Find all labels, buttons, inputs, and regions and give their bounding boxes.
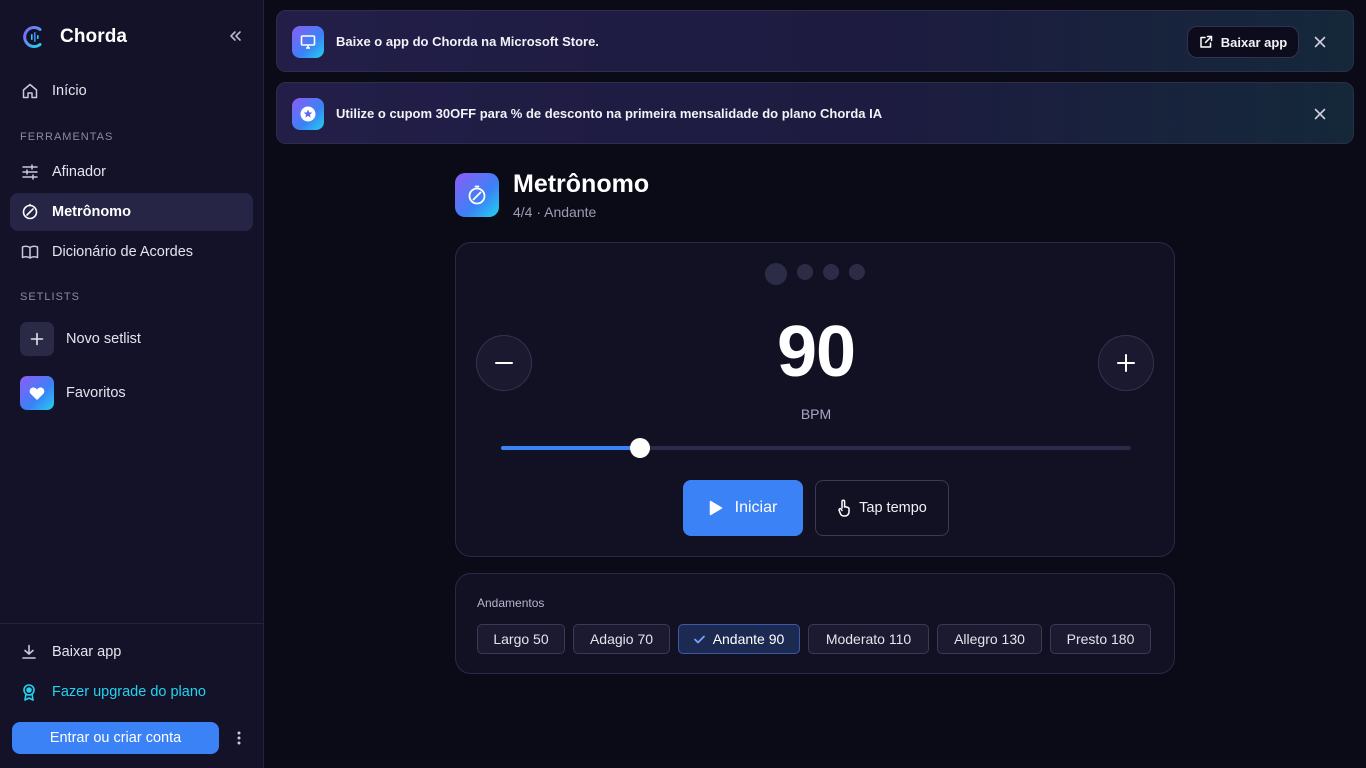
start-button-label: Iniciar (734, 499, 778, 516)
coupon-banner: Utilize o cupom 30OFF para % de desconto… (276, 82, 1354, 144)
sidebar-item-label: Afinador (52, 164, 107, 180)
beat-indicator (823, 264, 839, 280)
slider-thumb[interactable] (629, 438, 650, 458)
tempo-chip-adagio[interactable]: Adagio 70 (573, 624, 670, 654)
award-icon (20, 683, 38, 701)
download-app-label: Baixar app (52, 644, 122, 660)
tempo-chip-andante[interactable]: Andante 90 (678, 624, 800, 654)
tempo-chip-largo[interactable]: Largo 50 (477, 624, 565, 654)
tap-tempo-label: Tap tempo (859, 500, 927, 516)
new-setlist-button[interactable]: Novo setlist (20, 322, 141, 356)
sidebar: Chorda Início FERRAMENTAS Afinador Metrô… (0, 0, 264, 768)
badge-icon (292, 98, 324, 130)
brand[interactable]: Chorda (22, 24, 127, 50)
play-icon (709, 500, 722, 516)
banner-text: Baixe o app do Chorda na Microsoft Store… (336, 34, 599, 49)
upgrade-plan-label: Fazer upgrade do plano (52, 684, 206, 700)
metronome-icon (20, 202, 40, 222)
book-icon (20, 242, 40, 262)
more-options-button[interactable] (230, 728, 248, 748)
tempo-chip-moderato[interactable]: Moderato 110 (808, 624, 929, 654)
home-icon (20, 81, 40, 101)
tempos-card: Andamentos Largo 50 Adagio 70 Andante 90… (455, 573, 1175, 674)
tempos-label: Andamentos (477, 596, 545, 610)
sidebar-item-label: Metrônomo (52, 204, 131, 220)
hand-pointer-icon (838, 499, 850, 517)
close-banner-button[interactable] (1311, 33, 1329, 51)
app-name: Chorda (60, 26, 128, 47)
tempo-chip-allegro[interactable]: Allegro 130 (937, 624, 1042, 654)
page-title: Metrônomo (513, 170, 650, 198)
tempo-chip-presto[interactable]: Presto 180 (1050, 624, 1151, 654)
beat-indicator (849, 264, 865, 280)
metronome-header-icon (455, 173, 499, 217)
external-link-icon (1200, 35, 1212, 48)
sidebar-divider (0, 623, 263, 624)
bpm-slider[interactable] (501, 438, 1131, 458)
more-vertical-icon (237, 731, 241, 745)
beat-indicator (765, 263, 787, 285)
slider-fill (501, 446, 640, 450)
close-icon (1314, 108, 1326, 120)
new-setlist-label: Novo setlist (66, 331, 141, 347)
favorites-setlist[interactable]: Favoritos (20, 376, 126, 410)
store-banner: Baixe o app do Chorda na Microsoft Store… (276, 10, 1354, 72)
metronome-card: 90 BPM Iniciar Tap tempo (455, 242, 1175, 557)
beat-indicator (797, 264, 813, 280)
page-subtitle: 4/4 · Andante (513, 204, 597, 220)
sidebar-item-tuner[interactable]: Afinador (10, 153, 253, 191)
chevrons-left-icon (230, 31, 241, 41)
start-button[interactable]: Iniciar (683, 480, 803, 536)
collapse-sidebar-button[interactable] (224, 26, 246, 46)
sidebar-item-home[interactable]: Início (10, 72, 253, 110)
favorites-label: Favoritos (66, 385, 126, 401)
bpm-value: 90 (776, 312, 856, 392)
section-label-tools: FERRAMENTAS (20, 131, 114, 143)
download-app-button-label: Baixar app (1220, 34, 1288, 50)
close-icon (1314, 36, 1326, 48)
upgrade-plan-link[interactable]: Fazer upgrade do plano (20, 680, 206, 704)
sidebar-item-label: Início (52, 83, 87, 99)
monitor-icon (292, 26, 324, 58)
chorda-logo-icon (23, 26, 42, 48)
banner-text: Utilize o cupom 30OFF para % de desconto… (336, 106, 883, 121)
tap-tempo-button[interactable]: Tap tempo (815, 480, 949, 536)
sidebar-item-chord-dictionary[interactable]: Dicionário de Acordes (10, 233, 253, 271)
section-label-setlists: SETLISTS (20, 291, 80, 303)
sidebar-item-metronome[interactable]: Metrônomo (10, 193, 253, 231)
bpm-label: BPM (800, 406, 832, 422)
tempo-chip-label: Andante 90 (712, 631, 785, 647)
close-banner-button[interactable] (1311, 105, 1329, 123)
plus-icon (20, 322, 54, 356)
check-icon (693, 635, 705, 644)
download-app-button[interactable]: Baixar app (1187, 26, 1299, 58)
download-app-link[interactable]: Baixar app (20, 640, 121, 664)
login-button[interactable]: Entrar ou criar conta (12, 722, 219, 754)
heart-icon (20, 376, 54, 410)
sliders-icon (20, 162, 40, 182)
sidebar-item-label: Dicionário de Acordes (52, 244, 194, 260)
download-icon (20, 643, 38, 661)
